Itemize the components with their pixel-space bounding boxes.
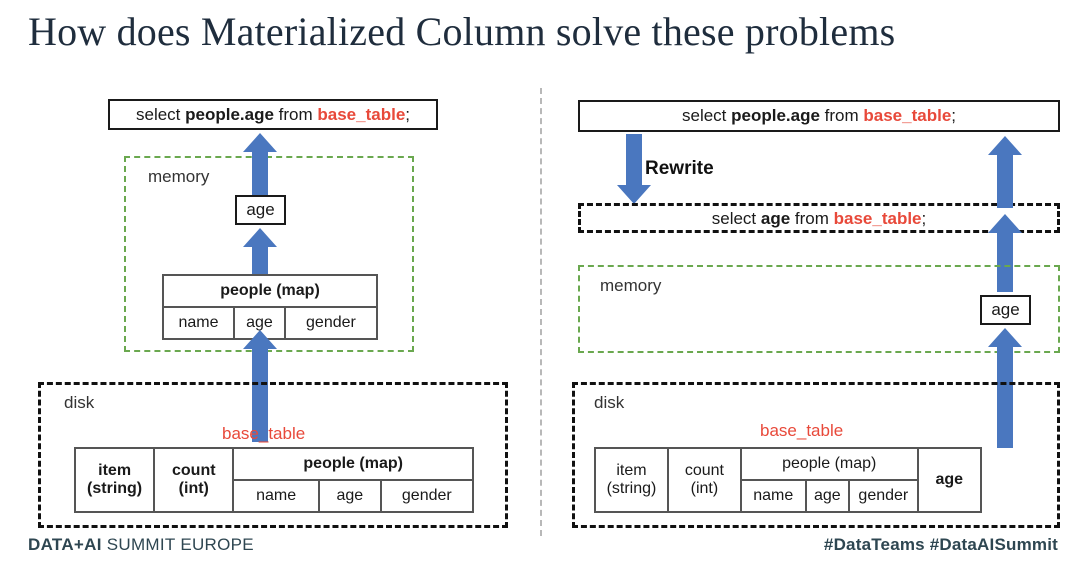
left-disk-col-item: item (string) xyxy=(76,449,156,511)
footer-brand-rest: SUMMIT EUROPE xyxy=(101,535,254,554)
left-map-header: people (map) xyxy=(164,276,376,308)
left-memory-label: memory xyxy=(148,167,210,186)
left-base-table-label: base_table xyxy=(222,424,306,443)
left-arrow-age-to-query xyxy=(243,133,277,195)
left-disk-label: disk xyxy=(64,393,95,412)
left-disk-sub-gender: gender xyxy=(401,487,452,504)
left-disk-sub-name: name xyxy=(234,481,320,511)
slide-root: How does Materialized Column solve these… xyxy=(0,0,1080,561)
right-disk-sub-age: age xyxy=(807,481,851,511)
right-query-box: select people.age from base_table; xyxy=(578,100,1060,132)
left-query-box: select people.age from base_table; xyxy=(108,99,438,130)
right-disk-col-people-map: people (map) name age gender xyxy=(741,449,919,511)
right-base-table-label: base_table xyxy=(760,421,844,440)
center-divider xyxy=(540,88,542,536)
page-title: How does Materialized Column solve these… xyxy=(28,9,896,54)
right-disk-sub-name: name xyxy=(742,481,807,511)
left-map-sub-gender: gender xyxy=(306,314,356,331)
right-arrow-result-to-query xyxy=(988,136,1022,208)
right-disk-col-item: item (string) xyxy=(596,449,669,511)
right-memory-label: memory xyxy=(600,276,662,295)
footer-brand-bold: DATA+AI xyxy=(28,535,102,554)
left-memory-age-box: age xyxy=(235,195,286,225)
right-disk-col-count: count (int) xyxy=(669,449,742,511)
right-disk-col-materialized-age: age xyxy=(935,471,964,489)
left-arrow-map-to-age xyxy=(243,228,277,274)
left-disk-map-header: people (map) xyxy=(234,449,472,481)
left-map-sub-name: name xyxy=(164,308,236,338)
right-disk-sub-gender: gender xyxy=(858,487,909,504)
left-disk-sub-age: age xyxy=(320,481,382,511)
left-disk-col-count: count (int) xyxy=(155,449,235,511)
right-disk-map-header: people (map) xyxy=(741,449,917,481)
right-rewrite-label: Rewrite xyxy=(645,158,714,179)
footer-brand: DATA+AI SUMMIT EUROPE xyxy=(28,535,254,555)
left-disk-table: item (string) count (int) people (map) n… xyxy=(74,447,474,513)
right-query-text: select people.age from base_table; xyxy=(681,106,957,125)
left-disk-col-people-map: people (map) name age gender xyxy=(234,449,472,511)
right-memory-age-box: age xyxy=(980,295,1031,325)
footer-hashtags: #DataTeams #DataAISummit xyxy=(823,535,1058,554)
left-query-text: select people.age from base_table; xyxy=(135,104,411,124)
right-disk-table: item (string) count (int) people (map) n… xyxy=(594,447,982,513)
right-disk-label: disk xyxy=(594,393,625,412)
